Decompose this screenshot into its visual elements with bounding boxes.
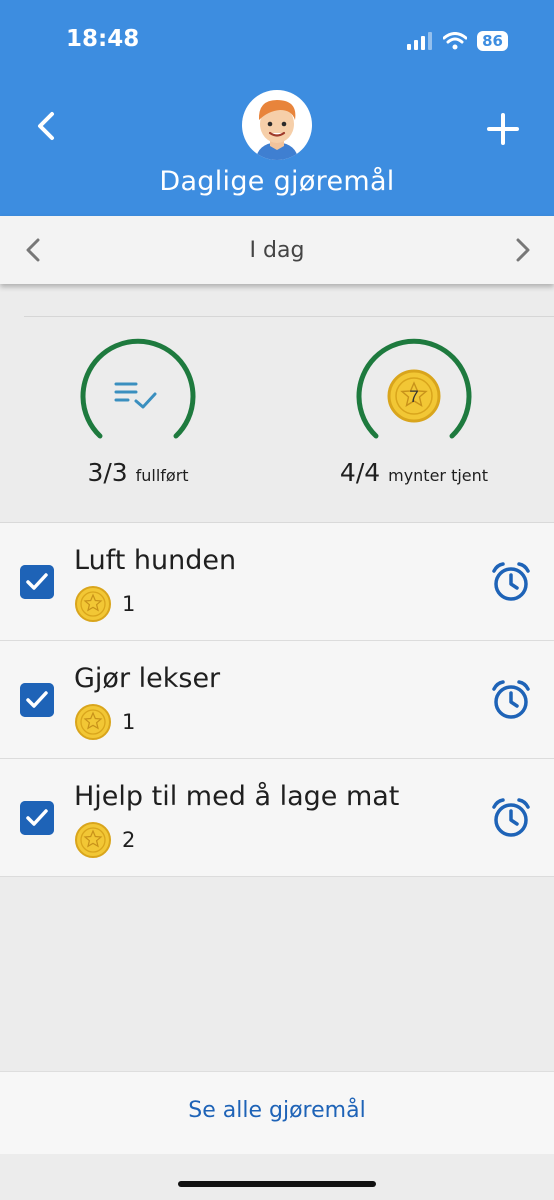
chore-list: Luft hunden 1 Gjør lekser 1 Hjelp til me… xyxy=(0,523,554,877)
status-time: 18:48 xyxy=(66,26,140,52)
completed-value: 3/3 xyxy=(87,458,128,487)
wifi-icon xyxy=(443,32,468,50)
see-all-chores-link[interactable]: Se alle gjøremål xyxy=(0,1098,554,1123)
home-indicator[interactable] xyxy=(178,1181,376,1187)
coins-value: 4/4 xyxy=(339,458,381,487)
avatar[interactable] xyxy=(242,90,312,160)
chevron-right-icon[interactable] xyxy=(510,236,534,264)
divider xyxy=(24,316,554,317)
battery-badge: 86 xyxy=(477,31,508,51)
chore-title: Hjelp til med å lage mat xyxy=(74,781,400,812)
chore-reward: 1 xyxy=(74,585,135,623)
chore-title: Gjør lekser xyxy=(74,663,221,694)
chore-reward: 2 xyxy=(74,821,135,859)
footer-bar: Se alle gjøremål xyxy=(0,1071,554,1154)
chore-coins: 1 xyxy=(122,710,136,734)
coin-badge: 7 xyxy=(409,387,418,406)
chore-row[interactable]: Luft hunden 1 xyxy=(0,523,554,641)
page-title: Daglige gjøremål xyxy=(159,166,395,197)
app-header: 18:48 86 Daglige gjøremål xyxy=(0,0,554,216)
chore-row[interactable]: Gjør lekser 1 xyxy=(0,641,554,759)
chore-reward: 1 xyxy=(74,703,135,741)
chore-coins: 1 xyxy=(122,592,136,616)
add-icon[interactable] xyxy=(486,112,520,146)
coins-label: mynter tjent xyxy=(388,466,489,485)
status-icons: 86 xyxy=(407,28,508,54)
coin-icon xyxy=(75,704,111,740)
completed-label: fullført xyxy=(135,466,189,485)
coin-icon xyxy=(75,586,111,622)
child-avatar-icon xyxy=(256,100,298,160)
alarm-clock-icon[interactable] xyxy=(490,679,532,721)
coins-stat: 7 4/4 mynter tjent xyxy=(314,338,514,487)
coins-progress-ring: 7 xyxy=(356,338,472,439)
completed-stat: 3/3 fullført xyxy=(38,338,238,487)
checkbox-icon[interactable] xyxy=(20,565,54,599)
coin-icon xyxy=(75,822,111,858)
back-icon[interactable] xyxy=(32,110,62,142)
completed-progress-ring xyxy=(80,338,196,439)
chore-row[interactable]: Hjelp til med å lage mat 2 xyxy=(0,759,554,877)
signal-icon xyxy=(407,32,433,50)
date-label: I dag xyxy=(249,238,305,263)
checkbox-icon[interactable] xyxy=(20,683,54,717)
alarm-clock-icon[interactable] xyxy=(490,797,532,839)
alarm-clock-icon[interactable] xyxy=(490,561,532,603)
chore-title: Luft hunden xyxy=(74,545,237,576)
checklist-icon xyxy=(114,382,157,409)
checkbox-icon[interactable] xyxy=(20,801,54,835)
chore-coins: 2 xyxy=(122,828,136,852)
date-navigation: I dag xyxy=(0,216,554,284)
